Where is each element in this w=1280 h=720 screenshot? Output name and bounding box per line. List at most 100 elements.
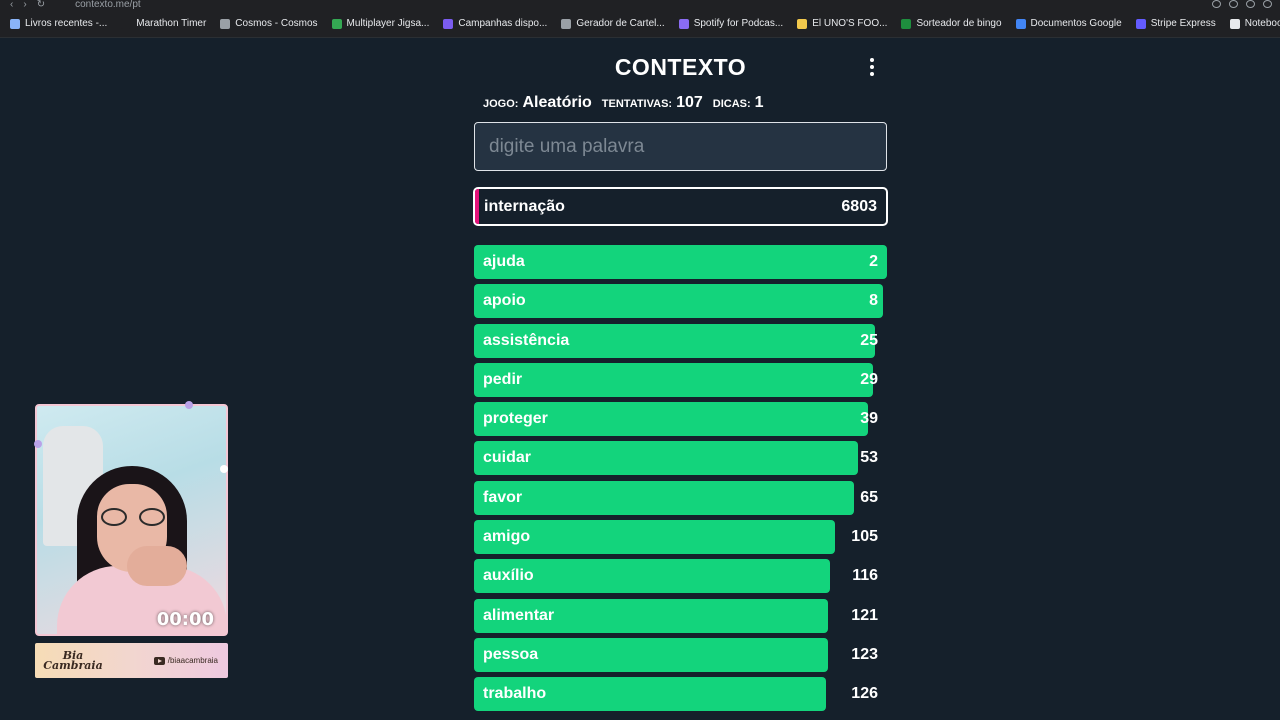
hints-label: DICAS: bbox=[712, 98, 751, 110]
page-icon bbox=[561, 18, 572, 29]
bookmark-label: NotebookLM bbox=[1244, 18, 1280, 29]
bookmark-item[interactable]: Spotify for Podcas... bbox=[678, 18, 784, 29]
person-hand bbox=[127, 546, 187, 586]
uno-icon bbox=[797, 18, 808, 29]
guess-rank: 25 bbox=[860, 331, 878, 349]
browser-action-icons bbox=[1212, 0, 1272, 8]
bookmark-item[interactable]: El UNO'S FOO... bbox=[797, 18, 887, 29]
attempts-label: TENTATIVAS: bbox=[601, 98, 673, 110]
page-icon bbox=[220, 18, 231, 29]
guess-row: auxílio 116 bbox=[474, 559, 887, 594]
bookmark-label: Livros recentes -... bbox=[25, 18, 108, 29]
contexto-game: CONTEXTO JOGO: Aleatório TENTATIVAS: 107… bbox=[473, 38, 888, 717]
proximity-bar bbox=[474, 245, 887, 279]
bookmark-item[interactable]: Livros recentes -... bbox=[10, 18, 107, 29]
youtube-handle: /biaacambraia bbox=[153, 656, 218, 665]
address-bar[interactable]: contexto.me/pt bbox=[75, 0, 141, 10]
bookmark-item[interactable]: Gerador de Cartel... bbox=[561, 18, 665, 29]
bookmark-label: Marathon Timer bbox=[136, 18, 207, 29]
game-info: JOGO: Aleatório TENTATIVAS: 107 DICAS: 1 bbox=[474, 94, 887, 116]
guess-word: proteger bbox=[483, 410, 548, 428]
proximity-bar bbox=[474, 441, 859, 476]
bookmark-item[interactable]: Multiplayer Jigsa... bbox=[331, 18, 430, 29]
glasses-shape bbox=[101, 508, 165, 526]
last-guess-row: internação 6803 bbox=[473, 187, 888, 226]
attempts-count: 107 bbox=[676, 94, 703, 111]
game-value: Aleatório bbox=[522, 94, 592, 111]
guess-word: pessoa bbox=[483, 645, 539, 663]
guess-rank: 65 bbox=[860, 488, 878, 506]
guess-rank: 39 bbox=[860, 410, 878, 428]
bookmark-item[interactable]: Sorteador de bingo bbox=[901, 18, 1002, 29]
guess-rank: 126 bbox=[851, 685, 878, 703]
guess-rank: 116 bbox=[852, 567, 878, 585]
streamer-logo: Bia Cambraia bbox=[43, 650, 103, 672]
zoom-icon[interactable] bbox=[1212, 0, 1221, 8]
guess-word: pedir bbox=[483, 370, 523, 388]
bookmark-label: Sorteador de bingo bbox=[916, 18, 1002, 29]
guess-word: trabalho bbox=[483, 685, 547, 703]
guess-row: ajuda 2 bbox=[474, 245, 887, 279]
puzzle-icon bbox=[331, 18, 342, 29]
guess-row: alimentar 121 bbox=[474, 598, 887, 633]
spotify-icon bbox=[678, 18, 689, 29]
bingo-icon bbox=[901, 18, 912, 29]
hints-count: 1 bbox=[754, 94, 764, 111]
guess-rank: 2 bbox=[869, 253, 878, 270]
livros-icon bbox=[10, 18, 20, 29]
bookmark-item[interactable]: Cosmos - Cosmos bbox=[220, 18, 318, 29]
youtube-icon bbox=[153, 656, 165, 665]
guess-rank: 121 bbox=[851, 606, 878, 624]
stream-timer: 00:00 bbox=[156, 609, 214, 630]
bookmark-item[interactable]: NotebookLM bbox=[1229, 18, 1280, 29]
guess-row: pedir 29 bbox=[474, 362, 887, 397]
streamer-banner: Bia Cambraia /biaacambraia bbox=[35, 643, 228, 678]
proximity-bar bbox=[474, 284, 883, 319]
guess-rank: 123 bbox=[851, 645, 878, 663]
star-icon bbox=[185, 401, 193, 409]
stripe-icon bbox=[1135, 18, 1146, 29]
profile-icon[interactable] bbox=[1263, 0, 1272, 8]
reload-icon[interactable]: ↻ bbox=[37, 0, 45, 10]
bookmark-label: Spotify for Podcas... bbox=[693, 18, 784, 29]
bookmark-item[interactable]: Marathon Timer bbox=[121, 18, 206, 29]
guess-word: apoio bbox=[483, 292, 526, 310]
guess-row: trabalho 126 bbox=[474, 677, 887, 712]
bookmark-label: Multiplayer Jigsa... bbox=[346, 18, 430, 29]
guess-row: apoio 8 bbox=[474, 284, 887, 319]
guess-list: ajuda 2 apoio 8 assistência 25 pedir 29 proteger… bbox=[474, 245, 887, 712]
sparkle-icon bbox=[220, 465, 228, 473]
guess-rank: 8 bbox=[869, 292, 878, 310]
guess-row: assistência 25 bbox=[474, 323, 887, 358]
last-guess-rank: 6803 bbox=[841, 197, 877, 215]
star-icon bbox=[34, 440, 42, 448]
bookmark-item[interactable]: Stripe Express bbox=[1135, 18, 1216, 29]
back-icon[interactable]: ‹ bbox=[10, 0, 13, 10]
proximity-bar bbox=[474, 362, 873, 397]
guess-word: ajuda bbox=[483, 253, 525, 270]
guess-word: amigo bbox=[483, 528, 531, 546]
guess-row: cuidar 53 bbox=[474, 441, 887, 476]
bell-icon[interactable] bbox=[1229, 0, 1238, 8]
bookmark-item[interactable]: Documentos Google bbox=[1015, 18, 1122, 29]
guess-word: auxílio bbox=[483, 567, 534, 585]
webcam-overlay: 00:00 bbox=[35, 404, 228, 636]
more-options-icon[interactable] bbox=[869, 58, 875, 76]
proximity-bar bbox=[474, 480, 854, 515]
bookmark-label: Stripe Express bbox=[1150, 18, 1216, 29]
game-label: JOGO: bbox=[483, 98, 519, 110]
guess-row: proteger 39 bbox=[474, 402, 887, 437]
last-guess-word: internação bbox=[484, 197, 565, 215]
forward-icon[interactable]: › bbox=[23, 0, 26, 10]
guess-rank: 53 bbox=[860, 449, 878, 467]
last-guess-indicator bbox=[475, 189, 479, 224]
guess-row: favor 65 bbox=[474, 480, 887, 515]
logo-line-2: Cambraia bbox=[43, 658, 103, 672]
notebooklm-icon bbox=[1229, 18, 1240, 29]
bookmark-item[interactable]: Campanhas dispo... bbox=[443, 18, 547, 29]
word-input[interactable] bbox=[474, 122, 887, 171]
extension-icon[interactable] bbox=[1246, 0, 1255, 8]
handle-text: /biaacambraia bbox=[167, 656, 218, 665]
guess-row: amigo 105 bbox=[474, 520, 887, 555]
guess-word: alimentar bbox=[483, 606, 555, 624]
